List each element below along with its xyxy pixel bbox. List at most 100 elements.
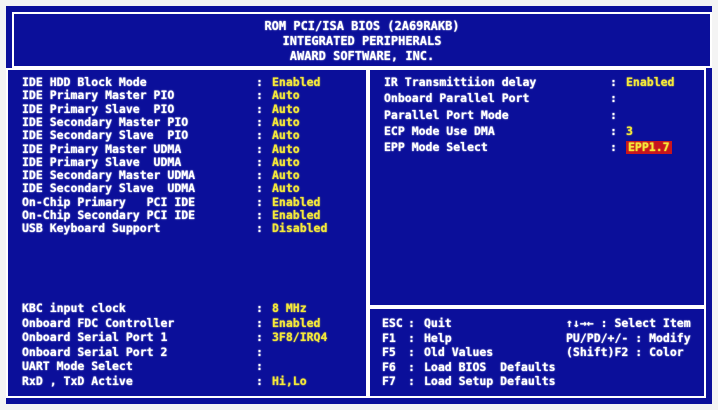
setting-row-ide-primary-master-udma[interactable]: IDE Primary Master UDMA: Auto: [8, 141, 366, 156]
help-key: F7: [382, 374, 396, 388]
setting-label: USB Keyboard Support: [22, 221, 161, 236]
setting-colon: :: [256, 330, 263, 345]
left-settings-panel: IDE HDD Block Mode: Enabled IDE Primary Ma…: [6, 68, 368, 398]
setting-row-on-chip-primary-pci-ide[interactable]: On-Chip Primary PCI IDE: Enabled: [8, 194, 366, 209]
help-navigation: ↑↓→← : Select Item: [566, 316, 691, 330]
help-colon: :: [408, 359, 415, 374]
setting-colon: :: [610, 107, 617, 122]
setting-row-onboard-parallel-port[interactable]: Onboard Parallel Port:: [370, 92, 704, 105]
help-row-f6: F6: Load BIOS Defaults: [370, 359, 704, 374]
setting-label: Parallel Port Mode: [384, 107, 509, 122]
setting-value[interactable]: Disabled: [272, 222, 327, 235]
setting-row-usb-keyboard-support[interactable]: USB Keyboard Support: Disabled: [8, 222, 366, 235]
setting-row-onboard-fdc-controller[interactable]: Onboard FDC Controller: Enabled: [8, 315, 366, 330]
setting-label: IDE Secondary Master PIO: [22, 114, 189, 129]
bios-header: ROM PCI/ISA BIOS (2A69RAKB) INTEGRATED P…: [12, 12, 712, 68]
setting-label: IDE Primary Master UDMA: [22, 141, 182, 156]
setting-label: IDE Primary Slave UDMA: [22, 154, 182, 169]
setting-colon: :: [610, 91, 617, 106]
setting-value[interactable]: Auto: [272, 142, 300, 156]
setting-label: IDE Secondary Slave PIO: [22, 128, 189, 143]
setting-row-uart-mode-select[interactable]: UART Mode Select:: [8, 360, 366, 373]
setting-colon: :: [256, 208, 263, 222]
setting-colon: :: [256, 301, 263, 315]
setting-colon: :: [256, 128, 263, 143]
setting-row-ecp-mode-use-dma[interactable]: ECP Mode Use DMA:3: [370, 123, 704, 138]
setting-row-epp-mode-select[interactable]: EPP Mode Select: EPP1.7: [370, 140, 704, 155]
help-key: ESC: [382, 316, 403, 330]
setting-value[interactable]: Auto: [272, 115, 300, 129]
setting-value[interactable]: 3: [626, 124, 633, 138]
setting-row-onboard-serial-port-2[interactable]: Onboard Serial Port 2:: [8, 344, 366, 359]
bios-title: ROM PCI/ISA BIOS (2A69RAKB): [264, 19, 460, 33]
help-colon: :: [408, 345, 415, 359]
setting-value[interactable]: 8 MHz: [272, 302, 307, 315]
setting-label: RxD , TxD Active: [22, 374, 133, 388]
vendor-name: AWARD SOFTWARE, INC.: [289, 49, 435, 63]
setting-label: Onboard Parallel Port: [384, 91, 530, 106]
help-row-f5: F5: Old Values (Shift)F2 : Color: [370, 346, 704, 359]
setting-value[interactable]: Enabled: [626, 76, 674, 89]
setting-label: IDE Primary Slave PIO: [22, 101, 175, 116]
setting-row-ide-secondary-slave-pio[interactable]: IDE Secondary Slave PIO: Auto: [8, 129, 366, 142]
setting-row-ide-secondary-slave-udma[interactable]: IDE Secondary Slave UDMA: Auto: [8, 182, 366, 195]
setting-colon: :: [610, 123, 617, 138]
setting-colon: :: [256, 194, 263, 209]
setting-row-parallel-port-mode[interactable]: Parallel Port Mode:: [370, 107, 704, 122]
setting-label: Onboard Serial Port 2: [22, 344, 168, 359]
setting-colon: :: [256, 181, 263, 196]
setting-colon: :: [256, 88, 263, 103]
setting-colon: :: [256, 221, 263, 236]
help-row-f7: F7: Load Setup Defaults: [370, 375, 704, 388]
help-key: F1: [382, 330, 396, 345]
help-key: F5: [382, 345, 396, 359]
setting-value[interactable]: Hi,Lo: [272, 375, 307, 388]
setting-label: On-Chip Primary PCI IDE: [22, 194, 196, 209]
help-navigation: PU/PD/+/- : Modify: [566, 330, 691, 345]
selected-setting-value[interactable]: EPP1.7: [626, 141, 672, 155]
setting-colon: :: [256, 114, 263, 129]
setting-value[interactable]: Auto: [272, 102, 300, 116]
setting-row-kbc-input-clock[interactable]: KBC input clock:8 MHz: [8, 302, 366, 315]
help-key: F6: [382, 359, 396, 374]
setting-value[interactable]: 3F8/IRQ4: [272, 331, 327, 344]
help-navigation: (Shift)F2 : Color: [566, 345, 684, 359]
setting-label: IDE Secondary Slave UDMA: [22, 181, 196, 196]
setting-row-ide-primary-slave-udma[interactable]: IDE Primary Slave UDMA: Auto: [8, 154, 366, 169]
setting-colon: :: [256, 315, 263, 330]
setting-value[interactable]: Auto: [272, 89, 300, 102]
setting-label: IR Transmittiion delay: [384, 75, 537, 89]
setting-label: Onboard Serial Port 1: [22, 330, 168, 345]
setting-value[interactable]: Auto: [272, 129, 300, 142]
setting-row-ide-secondary-master-pio[interactable]: IDE Secondary Master PIO: Auto: [8, 114, 366, 129]
setting-value[interactable]: Auto: [272, 155, 300, 169]
setting-value[interactable]: Enabled: [272, 195, 320, 209]
setting-colon: :: [256, 75, 263, 89]
setting-colon: :: [610, 75, 617, 89]
setting-colon: :: [256, 344, 263, 359]
setting-row-rxd-txd-active[interactable]: RxD , TxD Active: Hi,Lo: [8, 375, 366, 388]
setting-colon: :: [256, 168, 263, 183]
setting-colon: :: [256, 101, 263, 116]
help-colon: :: [408, 330, 415, 345]
help-description: Old Values: [424, 345, 494, 359]
setting-colon: :: [256, 374, 263, 388]
right-settings-panel: IR Transmittiion delay: Enabled Onboard Pa…: [368, 68, 706, 307]
setting-row-ir-transmittiion-delay[interactable]: IR Transmittiion delay: Enabled: [370, 76, 704, 89]
help-panel: ESC: Quit ↑↓→← : Select Item F1: Help PU/PD/+…: [368, 307, 706, 398]
setting-label: EPP Mode Select: [384, 140, 488, 155]
help-colon: :: [408, 316, 415, 330]
help-row-f1: F1: Help PU/PD/+/- : Modify: [370, 330, 704, 345]
help-description: Load Setup Defaults: [424, 374, 556, 388]
setting-colon: :: [610, 140, 617, 155]
setting-label: ECP Mode Use DMA: [384, 123, 495, 138]
setting-value[interactable]: Enabled: [272, 316, 320, 330]
setting-row-ide-primary-master-pio[interactable]: IDE Primary Master PIO: Auto: [8, 89, 366, 102]
setting-row-ide-primary-slave-pio[interactable]: IDE Primary Slave PIO: Auto: [8, 101, 366, 116]
setting-label: KBC input clock: [22, 301, 126, 315]
setting-label: IDE Primary Master PIO: [22, 88, 175, 103]
setting-row-onboard-serial-port-1[interactable]: Onboard Serial Port 1:3F8/IRQ4: [8, 331, 366, 344]
setting-colon: :: [256, 359, 263, 374]
help-row-esc: ESC: Quit ↑↓→← : Select Item: [370, 317, 704, 330]
setting-value[interactable]: Auto: [272, 182, 300, 195]
